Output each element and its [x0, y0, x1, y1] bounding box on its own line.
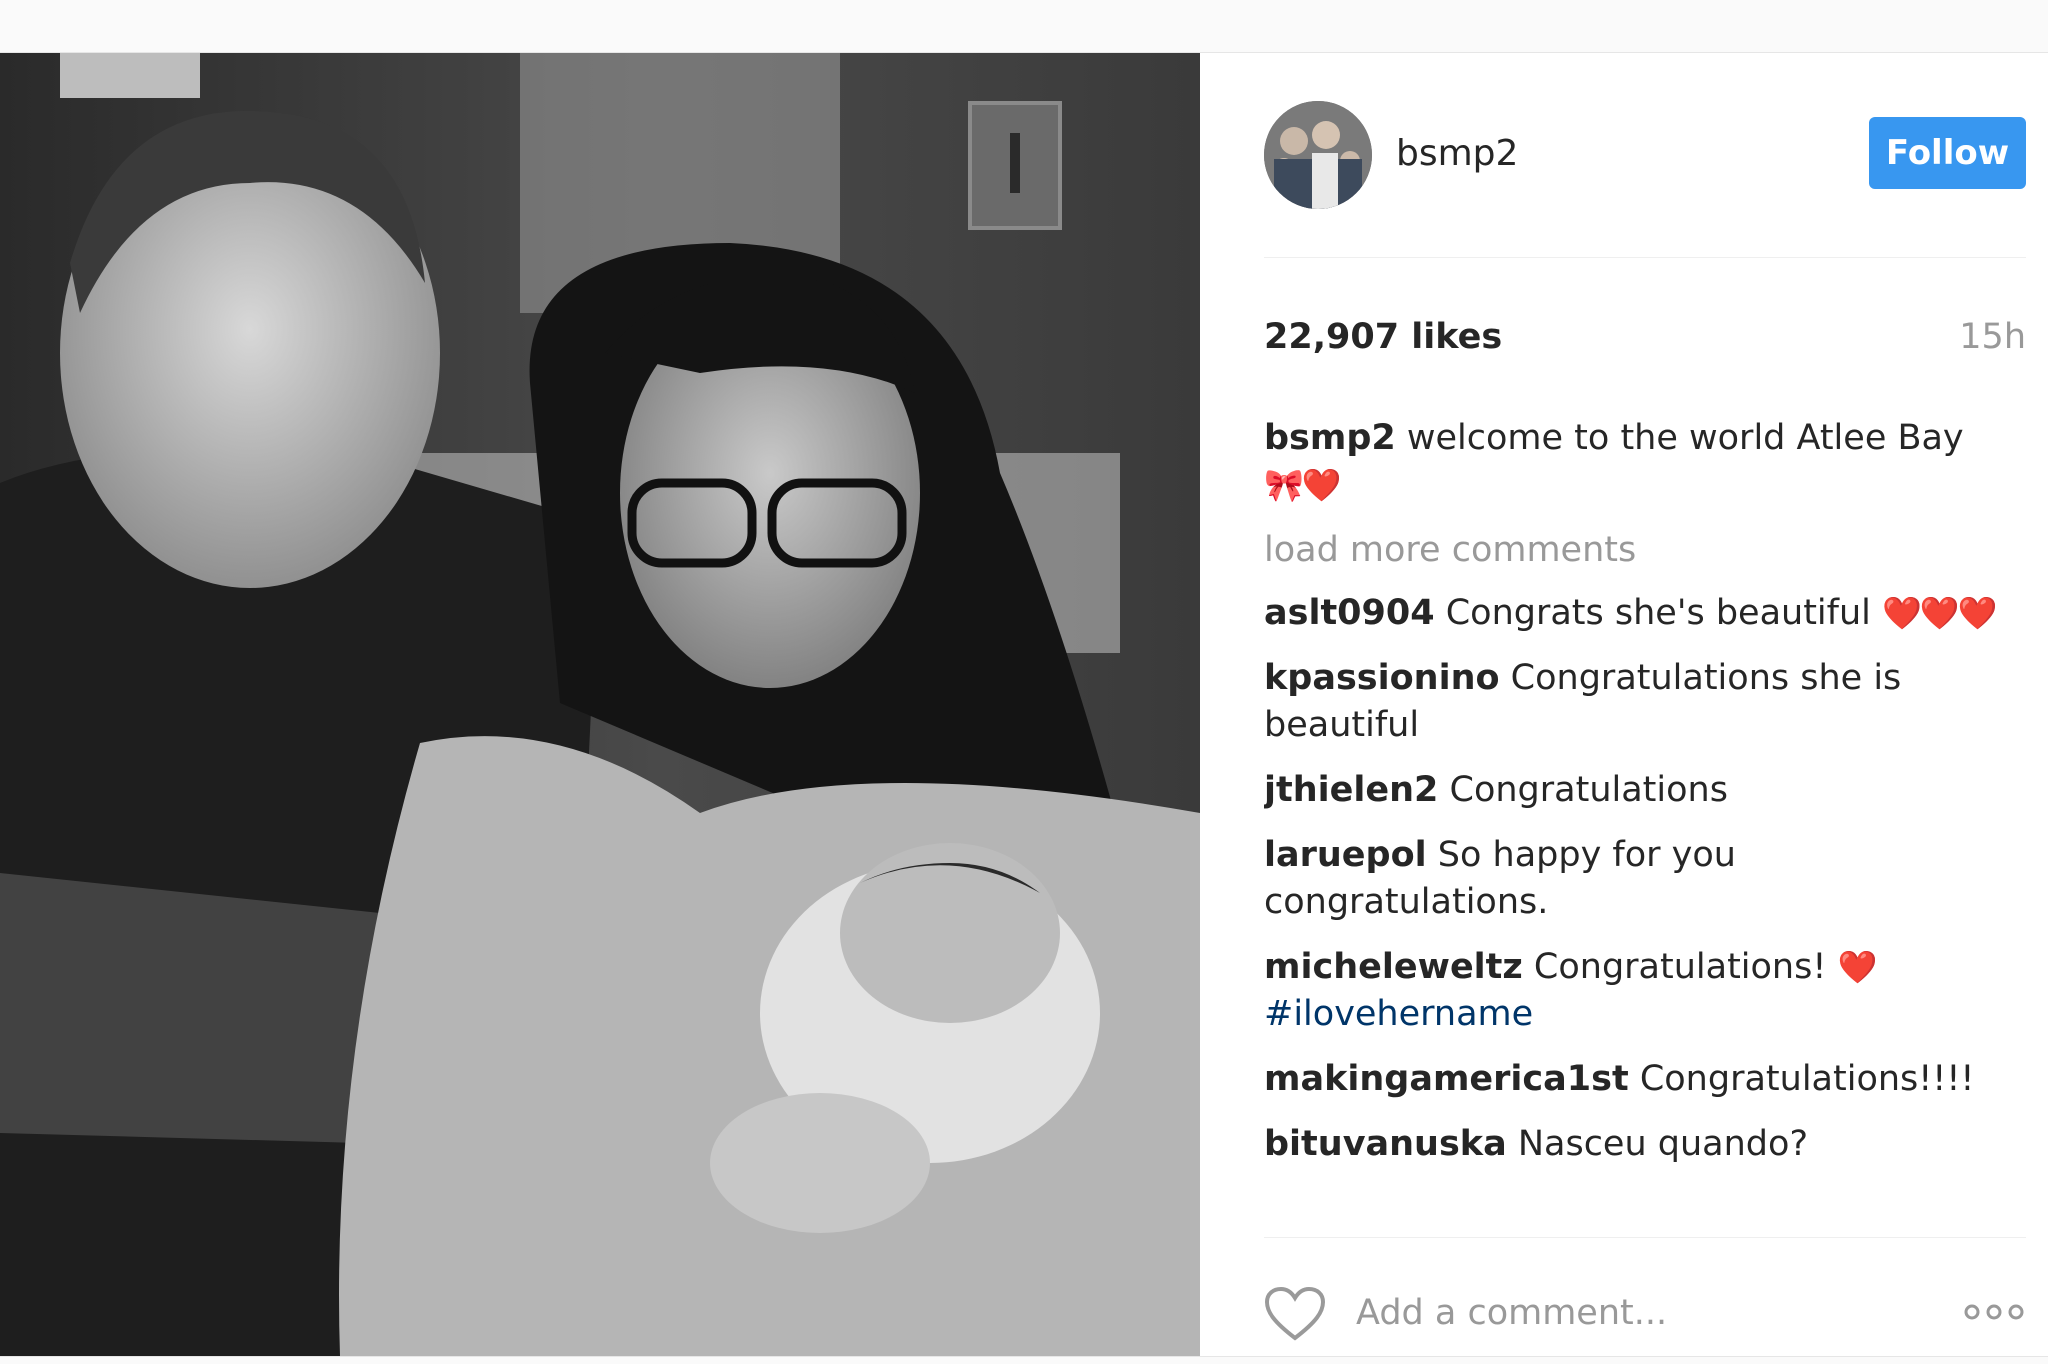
comments-list: bsmp2 welcome to the world Atlee Bay 🎀❤️… [1264, 415, 2026, 1223]
caption-emoji: 🎀❤️ [1264, 466, 1342, 504]
add-comment-input[interactable] [1354, 1284, 1918, 1342]
photo-image [0, 53, 1200, 1356]
comment-item: aslt0904 Congrats she's beautiful ❤️❤️❤️ [1264, 590, 2026, 637]
caption-username[interactable]: bsmp2 [1264, 418, 1396, 458]
caption: bsmp2 welcome to the world Atlee Bay 🎀❤️ [1264, 415, 2026, 509]
comment-username[interactable]: makingamerica1st [1264, 1059, 1629, 1099]
comment-item: jthielen2 Congratulations [1264, 767, 2026, 814]
comment-username[interactable]: bituvanuska [1264, 1124, 1507, 1164]
comment-text: Congratulations!!!! [1628, 1059, 1975, 1099]
post-photo[interactable] [0, 53, 1200, 1356]
follow-button[interactable]: Follow [1869, 117, 2026, 189]
post-sidebar: bsmp2 Follow 22,907 likes 15h bsmp2 welc… [1200, 53, 2048, 1356]
comment-text: Congratulations [1438, 770, 1728, 810]
heart-outline-icon[interactable] [1264, 1286, 1326, 1342]
header-divider [1264, 257, 2026, 258]
avatar-image [1264, 101, 1372, 209]
comment-item: makingamerica1st Congratulations!!!! [1264, 1056, 2026, 1103]
comment-emoji: ❤️❤️❤️ [1882, 594, 1998, 632]
post-stats: 22,907 likes 15h [1264, 317, 2026, 367]
comment-text: Congratulations! [1522, 947, 1838, 987]
comment-item: micheleweltz Congratulations! ❤️ #iloveh… [1264, 944, 2026, 1038]
comment-username[interactable]: laruepol [1264, 835, 1427, 875]
comment-footer [1264, 1237, 2026, 1348]
comment-username[interactable]: kpassionino [1264, 658, 1500, 698]
comment-item: laruepol So happy for you congratulation… [1264, 832, 2026, 926]
instagram-post: bsmp2 Follow 22,907 likes 15h bsmp2 welc… [0, 52, 2048, 1357]
comment-item: bituvanuska Nasceu quando? [1264, 1121, 2026, 1168]
comment-item: kpassionino Congratulations she is beaut… [1264, 655, 2026, 749]
comment-username[interactable]: micheleweltz [1264, 947, 1523, 987]
likes-count[interactable]: 22,907 likes [1264, 317, 1502, 357]
comment-emoji: ❤️ [1837, 948, 1878, 986]
caption-text: welcome to the world Atlee Bay [1395, 418, 1964, 458]
comment-username[interactable]: jthielen2 [1264, 770, 1438, 810]
comment-hashtag[interactable]: #ilovehername [1264, 994, 1533, 1034]
comment-text: Congrats she's beautiful [1434, 593, 1883, 633]
post-username[interactable]: bsmp2 [1396, 133, 1518, 175]
post-time[interactable]: 15h [1959, 317, 2026, 357]
more-options-icon[interactable] [1962, 1300, 2026, 1324]
load-more-comments[interactable]: load more comments [1264, 527, 2026, 574]
avatar[interactable] [1264, 101, 1372, 209]
comment-text: Nasceu quando? [1506, 1124, 1809, 1164]
comment-username[interactable]: aslt0904 [1264, 593, 1435, 633]
post-header: bsmp2 Follow [1264, 101, 2026, 209]
